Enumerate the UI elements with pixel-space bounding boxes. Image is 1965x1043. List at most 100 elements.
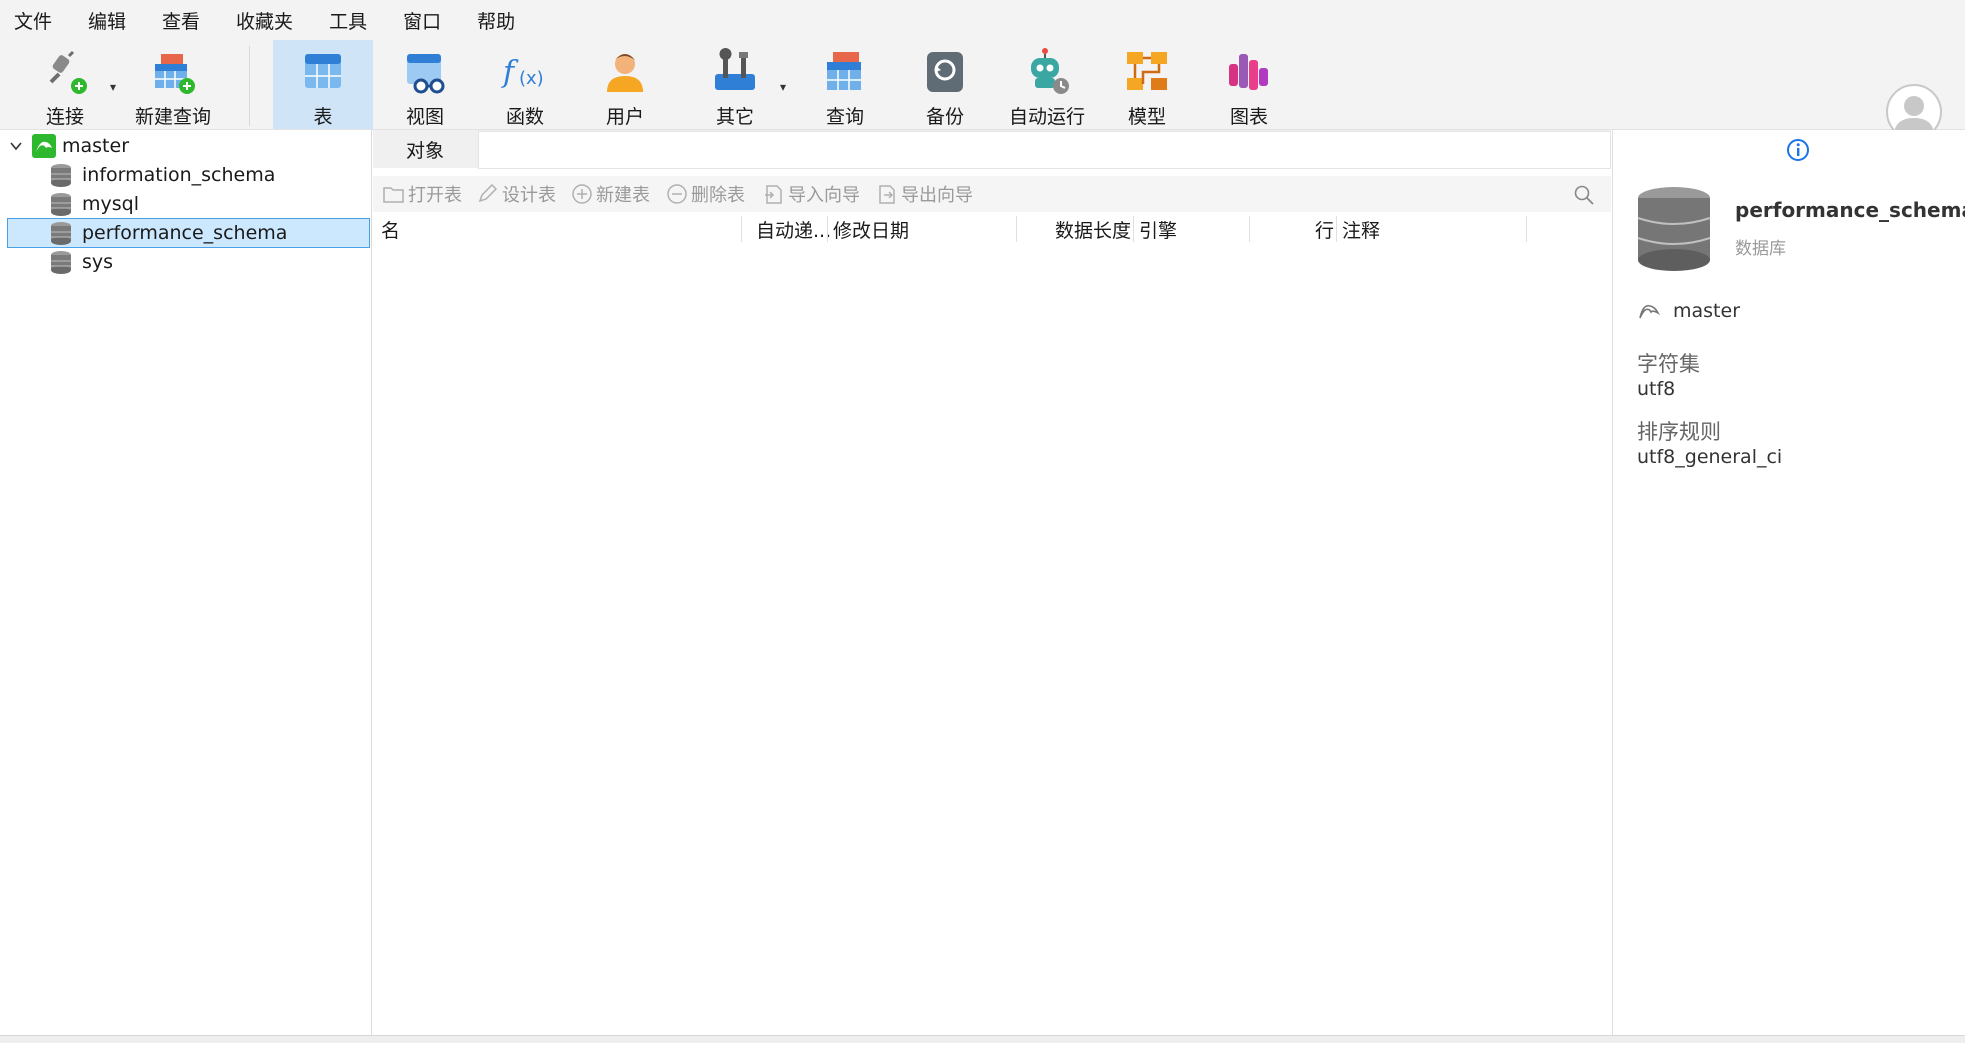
- column-header-name[interactable]: 名: [381, 214, 400, 244]
- menu-view[interactable]: 查看: [140, 7, 214, 34]
- menu-help[interactable]: 帮助: [455, 7, 529, 34]
- model-button[interactable]: 模型: [1120, 40, 1174, 129]
- folder-open-icon: [383, 187, 404, 203]
- column-header-comment[interactable]: 注释: [1342, 214, 1380, 244]
- export-wizard-button[interactable]: 导出向导: [876, 176, 973, 212]
- info-object-name: performance_schema: [1735, 198, 1965, 222]
- query-icon: [827, 52, 861, 90]
- view-label: 视图: [405, 106, 444, 128]
- connect-label: 连接: [45, 106, 84, 128]
- database-icon: [51, 164, 71, 187]
- tree-connection-master[interactable]: master: [8, 132, 129, 160]
- column-divider: [741, 216, 742, 242]
- column-divider: [1336, 216, 1337, 242]
- import-icon: [765, 185, 782, 204]
- tree-db-performance-schema[interactable]: performance_schema: [7, 218, 370, 248]
- column-divider: [1526, 216, 1527, 242]
- automation-button[interactable]: 自动运行: [1004, 40, 1090, 129]
- plug-icon: [49, 50, 87, 94]
- table-button[interactable]: 表: [273, 40, 373, 129]
- function-button[interactable]: f (x) 函数: [498, 40, 552, 129]
- object-pane: 对象 打开表 设计表 新建表 删除表 导入向导 导出向导 名 自动递... 修改…: [373, 130, 1611, 1035]
- user-icon: [607, 54, 643, 92]
- other-button[interactable]: 其它: [708, 40, 762, 129]
- tree-db-information-schema[interactable]: information_schema: [50, 161, 275, 189]
- collation-value: utf8_general_ci: [1637, 446, 1783, 468]
- table-label: 表: [313, 106, 333, 128]
- tools-icon: [715, 48, 755, 90]
- design-table-label: 设计表: [502, 185, 556, 206]
- chevron-down-icon[interactable]: [8, 138, 24, 154]
- other-dropdown-icon[interactable]: ▾: [780, 80, 786, 94]
- robot-icon: [1031, 48, 1069, 94]
- chart-button[interactable]: 图表: [1222, 40, 1276, 129]
- database-icon: [51, 222, 71, 245]
- menu-window[interactable]: 窗口: [381, 7, 455, 34]
- column-header-auto-increment[interactable]: 自动递...: [756, 214, 831, 244]
- connect-dropdown-icon[interactable]: ▾: [110, 80, 116, 94]
- new-table-button[interactable]: 新建表: [571, 176, 650, 212]
- database-label: performance_schema: [82, 222, 288, 244]
- user-button[interactable]: 用户: [598, 40, 652, 129]
- minus-circle-icon: [667, 184, 687, 204]
- main-toolbar: 连接 ▾ 新建查询 表 视图 f (x) 函数 用户 其它 ▾ 查询 备份 自动…: [0, 40, 1965, 140]
- tab-objects[interactable]: 对象: [373, 130, 477, 168]
- table-icon: [305, 54, 341, 88]
- import-wizard-button[interactable]: 导入向导: [763, 176, 860, 212]
- info-icon[interactable]: [1786, 138, 1810, 162]
- mysql-connection-icon: [32, 134, 56, 158]
- column-header-data-length[interactable]: 数据长度: [1055, 214, 1131, 244]
- tree-db-sys[interactable]: sys: [50, 248, 113, 276]
- database-label: mysql: [82, 193, 139, 215]
- toolbar-separator: [249, 46, 250, 126]
- column-divider: [1249, 216, 1250, 242]
- column-divider: [1133, 216, 1134, 242]
- database-large-icon: [1637, 187, 1711, 271]
- chart-label: 图表: [1229, 106, 1268, 128]
- column-header-engine[interactable]: 引擎: [1139, 214, 1177, 244]
- design-table-button[interactable]: 设计表: [477, 176, 556, 212]
- charset-value: utf8: [1637, 378, 1676, 400]
- svg-text:f: f: [501, 55, 519, 90]
- search-icon[interactable]: [1573, 184, 1595, 206]
- menu-bar: 文件 编辑 查看 收藏夹 工具 窗口 帮助: [0, 0, 1965, 40]
- new-query-button[interactable]: 新建查询: [130, 40, 216, 129]
- delete-table-button[interactable]: 删除表: [666, 176, 745, 212]
- query-button[interactable]: 查询: [818, 40, 872, 129]
- query-label: 查询: [825, 106, 864, 128]
- tree-db-mysql[interactable]: mysql: [50, 190, 139, 218]
- import-wizard-label: 导入向导: [788, 185, 860, 206]
- backup-label: 备份: [925, 106, 964, 128]
- chart-icon: [1229, 54, 1268, 90]
- info-connection-name: master: [1673, 300, 1741, 322]
- delete-table-label: 删除表: [691, 185, 745, 206]
- export-wizard-label: 导出向导: [901, 185, 973, 206]
- new-query-label: 新建查询: [134, 106, 211, 128]
- model-label: 模型: [1127, 106, 1166, 128]
- view-button[interactable]: 视图: [398, 40, 452, 129]
- export-icon: [879, 185, 895, 204]
- connect-button[interactable]: 连接: [38, 40, 92, 129]
- menu-file[interactable]: 文件: [0, 7, 66, 34]
- backup-button[interactable]: 备份: [918, 40, 972, 129]
- column-header-modified-date[interactable]: 修改日期: [833, 214, 909, 244]
- menu-tools[interactable]: 工具: [307, 7, 381, 34]
- backup-icon: [927, 52, 963, 92]
- connection-icon: [1639, 304, 1660, 319]
- model-icon: [1127, 52, 1167, 90]
- connection-label: master: [62, 135, 130, 157]
- database-label: information_schema: [82, 164, 276, 186]
- navigator-panel: master information_schema mysql performa…: [0, 130, 372, 1035]
- open-table-button[interactable]: 打开表: [383, 176, 462, 212]
- column-divider: [827, 216, 828, 242]
- menu-edit[interactable]: 编辑: [66, 7, 140, 34]
- user-label: 用户: [605, 106, 644, 128]
- menu-favorites[interactable]: 收藏夹: [214, 7, 307, 34]
- database-label: sys: [82, 251, 114, 273]
- svg-text:(x): (x): [519, 68, 544, 89]
- info-panel: performance_schema 数据库 master 字符集 utf8 排…: [1612, 130, 1965, 1035]
- column-header-rows[interactable]: 行: [1315, 214, 1334, 244]
- info-object-type: 数据库: [1735, 239, 1786, 259]
- tab-bar-fill: [478, 131, 1611, 169]
- plus-circle-icon: [572, 184, 592, 204]
